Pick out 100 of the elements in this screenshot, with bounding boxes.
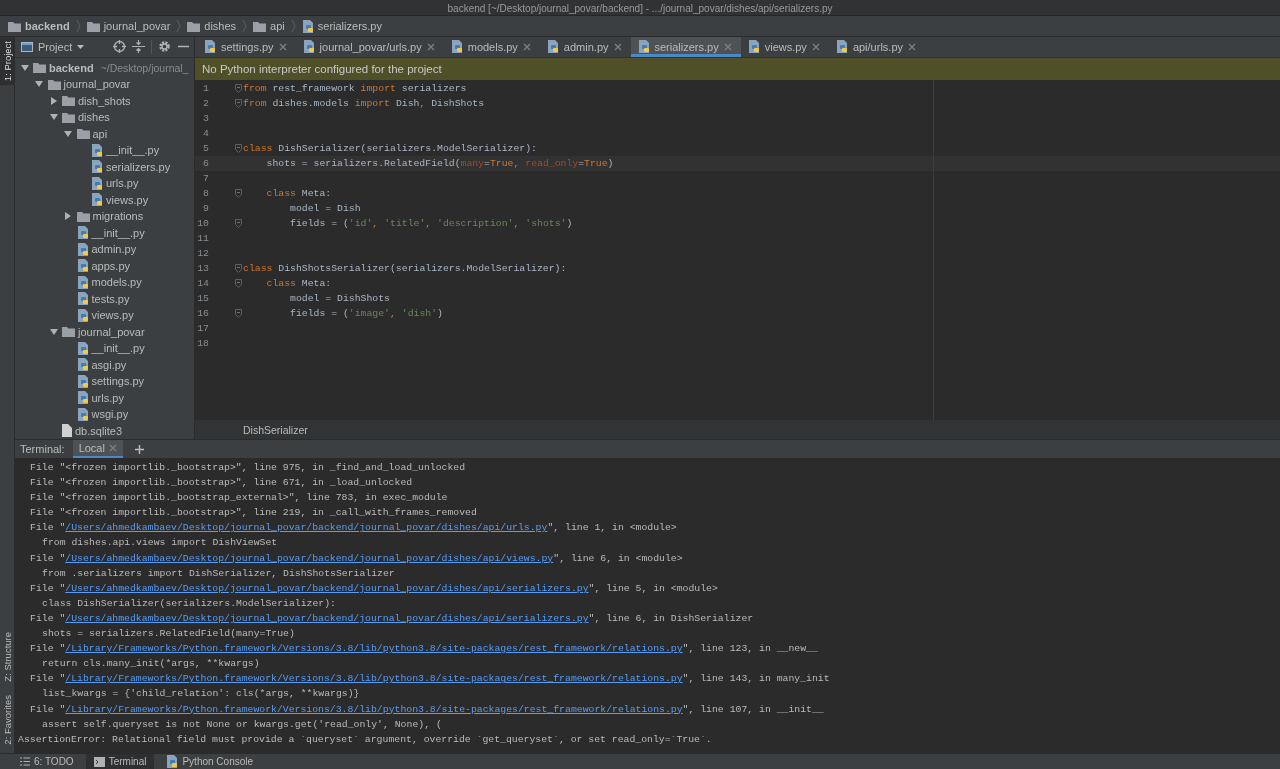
tree-item[interactable]: dishes [15,109,194,126]
python-file-icon [747,40,760,53]
tree-item[interactable]: db.sqlite3 [15,422,194,439]
path-hint: ~/Desktop/journal_ [100,61,189,74]
python-file-icon [76,358,89,372]
file-link[interactable]: /Library/Frameworks/Python.framework/Versions/3.8/lib/python3.8/site-packages/rest_framework/relations.py [65,703,683,715]
code-line: model = Dish [289,203,361,214]
python-file-icon [637,40,650,53]
line-number: 9 [202,203,209,214]
python-file-icon [91,193,103,207]
line-number: 6 [202,158,209,169]
session-tab[interactable]: Local [72,440,123,458]
tree-item[interactable]: models.py [15,274,194,291]
close-icon [811,42,820,51]
tool-window-tab[interactable]: 2: Favorites [0,691,14,749]
tool-window-tab[interactable]: Python Console [158,754,262,769]
editor-tab[interactable]: admin.py [539,37,631,57]
tree-item[interactable]: urls.py [15,389,194,406]
python-file-icon [76,226,89,240]
python-file-icon [835,40,848,53]
tree-item[interactable]: views.py [15,191,194,208]
breadcrumb[interactable]: api [251,20,287,32]
tree-item[interactable]: backend ~/Desktop/journal_ [15,59,194,76]
file-link[interactable]: /Users/ahmedkambaev/Desktop/journal_povar/backend/journal_povar/dishes/api/urls.py [65,522,548,534]
traceback-line: File "<frozen importlib._bootstrap>", line 975, in _find_and_load_unlocked [29,461,467,475]
line-number: 14 [196,278,209,289]
editor-tab[interactable]: settings.py [197,37,296,57]
tree-item[interactable]: dish_shots [15,92,194,109]
tree-item[interactable]: migrations [15,208,194,225]
line-number: 17 [196,323,209,334]
editor-tab[interactable]: journal_povar/urls.py [295,37,444,57]
locate-button[interactable] [113,40,126,54]
tree-item[interactable]: urls.py [15,175,194,192]
tool-window-tab[interactable]: 1: Project [0,37,14,86]
breadcrumb[interactable]: journal_povar [84,20,173,32]
tree-item[interactable]: __init__.py [15,340,194,357]
collapse-button[interactable] [132,40,145,54]
tree-item[interactable]: journal_povar [15,323,194,340]
traceback-line: from dishes.api.views import DishViewSet [41,536,279,551]
close-icon [723,42,732,51]
file-link[interactable]: /Users/ahmedkambaev/Desktop/journal_povar/backend/journal_povar/dishes/api/serializers.py [65,582,589,594]
chevron-icon [290,19,296,33]
tree-item[interactable]: __init__.py [15,142,194,159]
file-link[interactable]: /Library/Frameworks/Python.framework/Versions/3.8/lib/python3.8/site-packages/rest_framework/relations.py [65,673,683,685]
line-number: 10 [196,218,209,229]
view-dropdown[interactable]: Project [19,40,87,53]
breadcrumb[interactable]: serializers.py [299,19,384,33]
traceback-line: File "/Users/ahmedkambaev/Desktop/journal_povar/backend/journal_povar/dishes/api/views.py", line 6, in <module> [29,551,684,566]
code-line: shots = serializers.RelatedField(many=True, read_only=True) [265,158,614,169]
tree-item[interactable]: settings.py [15,373,194,390]
folder-icon [76,210,90,222]
tree-item[interactable]: apps.py [15,257,194,274]
file-link[interactable]: /Library/Frameworks/Python.framework/Versions/3.8/lib/python3.8/site-packages/rest_framework/relations.py [65,643,683,655]
python-file-icon [76,374,89,388]
folder-icon [62,95,75,107]
tool-window-tab[interactable]: Terminal [85,754,155,769]
line-number: 5 [202,143,209,154]
chevron-icon [75,19,81,33]
settings-button[interactable] [158,40,171,54]
breadcrumb[interactable]: dishes [185,20,239,32]
python-file-icon [302,40,315,53]
code-line: class DishSerializer(serializers.ModelSerializer): [243,143,537,154]
code-line: model = DishShots [289,293,390,304]
code-line: class DishShotsSerializer(serializers.ModelSerializer): [243,263,567,274]
editor-tab[interactable]: serializers.py [630,37,741,57]
tree-item[interactable]: admin.py [15,241,194,258]
code-line: class Meta: [265,188,332,199]
tree-item[interactable]: serializers.py [15,158,194,175]
folder-icon [47,78,61,90]
editor-tab[interactable]: api/urls.py [828,37,925,57]
breadcrumb[interactable]: backend [6,20,72,32]
file-link[interactable]: /Users/ahmedkambaev/Desktop/journal_povar/backend/journal_povar/dishes/api/views.py [65,552,554,564]
close-icon [522,42,531,51]
file-link[interactable]: /Users/ahmedkambaev/Desktop/journal_povar/backend/journal_povar/dishes/api/serializers.py [65,612,589,624]
editor-tab[interactable]: models.py [443,37,540,57]
python-file-icon [76,308,89,322]
close-icon [108,444,117,452]
tree-item[interactable]: views.py [15,307,194,324]
traceback-line: File "<frozen importlib._bootstrap>", line 219, in _call_with_frames_removed [29,506,478,521]
python-file-icon [546,40,559,53]
tool-window-tab[interactable]: Z: Structure [0,627,14,686]
traceback-line: File "/Users/ahmedkambaev/Desktop/journal_povar/backend/journal_povar/dishes/api/urls.py", line 1, in <module> [29,521,678,536]
tree-item[interactable]: wsgi.py [15,406,194,423]
tree-item[interactable]: asgi.py [15,356,194,373]
code-line: class Meta: [265,278,332,289]
traceback-line: File "/Library/Frameworks/Python.framework/Versions/3.8/lib/python3.8/site-packages/rest_framework/relations.py", line 143, in many_init [29,672,831,687]
tree-item[interactable]: tests.py [15,290,194,307]
line-number: 4 [202,128,209,139]
error-message: AssertionError: Relational field must provide a `queryset` argument, override `get_queryset`, or set read_only=`True`. [18,732,713,747]
python-file-icon [76,259,89,273]
tree-item[interactable]: api [15,125,194,142]
line-number: 16 [196,308,209,319]
folder-icon [33,62,46,74]
file-icon [62,424,72,438]
terminal-label: Terminal: [20,443,65,455]
tree-item[interactable]: journal_povar [15,76,194,93]
tree-item[interactable]: __init__.py [15,224,194,241]
code-breadcrumb[interactable]: DishSerializer [243,424,308,436]
editor-tab[interactable]: views.py [740,37,829,57]
tool-window-tab[interactable]: 6: TODO [12,754,82,769]
